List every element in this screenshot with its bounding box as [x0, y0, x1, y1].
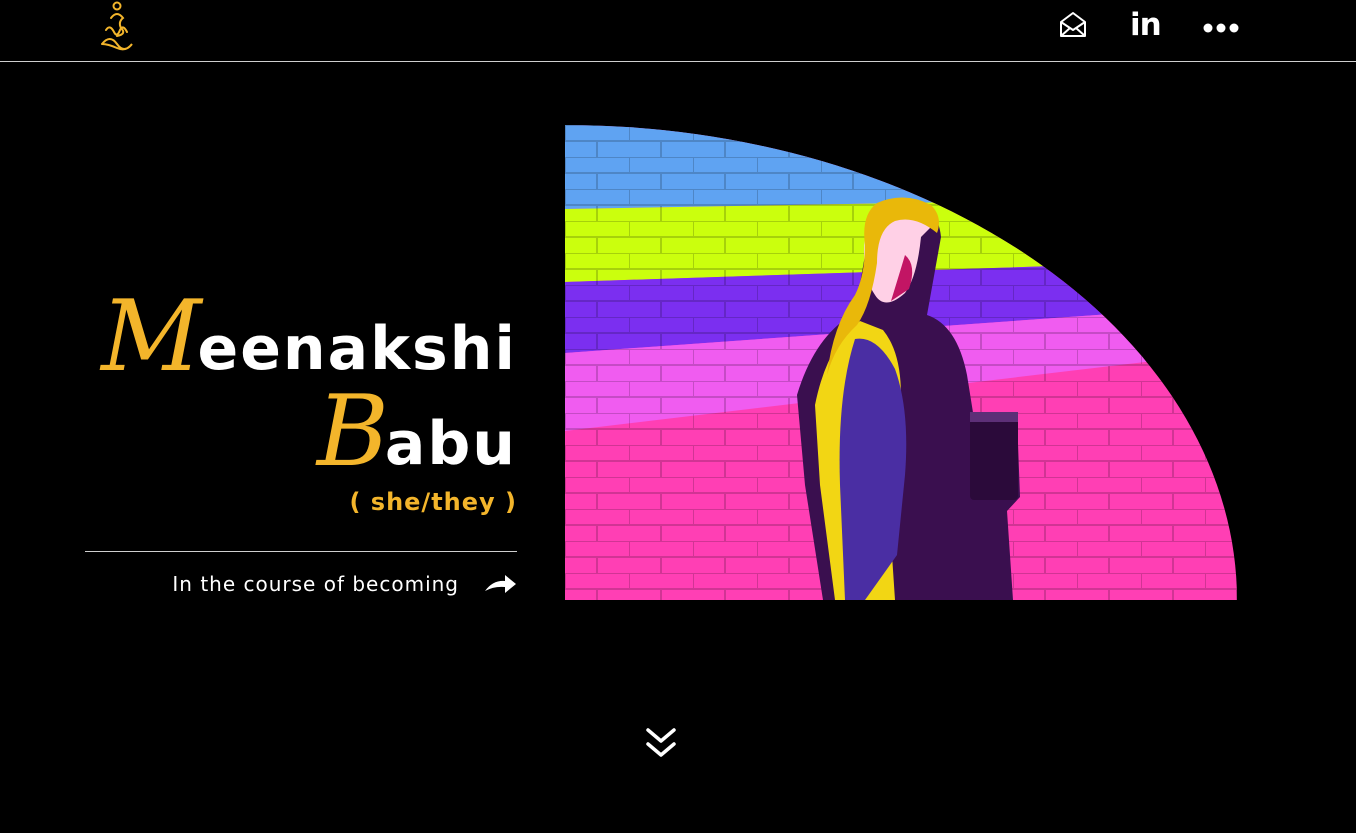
last-name-initial: B	[316, 375, 389, 489]
mail-icon[interactable]	[1058, 10, 1088, 40]
more-dots-icon[interactable]	[1202, 22, 1240, 34]
first-name-initial: M	[101, 280, 202, 394]
double-chevron-down-icon[interactable]	[643, 724, 679, 762]
hero-title-block: M eenakshi B abu ( she/they )	[85, 280, 517, 520]
course-of-becoming-link[interactable]: In the course of becoming	[85, 566, 517, 602]
meditation-logo-icon[interactable]	[96, 0, 138, 54]
pronouns: ( she/they )	[349, 488, 517, 516]
divider	[85, 551, 517, 552]
cta-label: In the course of becoming	[172, 572, 459, 596]
last-name: B abu	[85, 375, 517, 489]
linkedin-icon[interactable]: in	[1130, 8, 1162, 42]
last-name-rest: abu	[384, 409, 517, 479]
first-name: M eenakshi	[85, 280, 517, 394]
portrait-illustration	[565, 125, 1237, 600]
arrow-right-icon	[485, 575, 516, 593]
top-navigation-bar: in	[0, 0, 1356, 62]
